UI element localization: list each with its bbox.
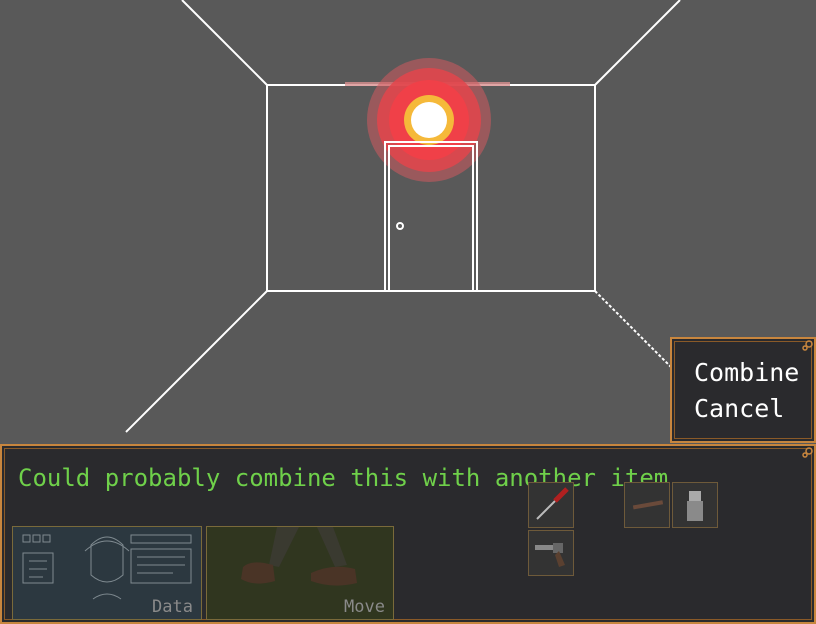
inventory-slot-screwdriver[interactable] bbox=[528, 482, 574, 528]
ceiling-light bbox=[345, 58, 510, 182]
data-card[interactable]: Data bbox=[12, 526, 202, 620]
cancel-option[interactable]: Cancel bbox=[694, 394, 784, 424]
inventory-slot-revolver[interactable] bbox=[528, 530, 574, 576]
lighter-icon bbox=[687, 491, 703, 521]
move-card[interactable]: Move bbox=[206, 526, 394, 620]
combine-option[interactable]: Combine bbox=[694, 358, 799, 388]
combine-menu: Combine Cancel bbox=[670, 337, 816, 443]
move-card-label: Move bbox=[344, 597, 385, 617]
corner-ornament-icon bbox=[802, 340, 813, 351]
inventory-slot-stick[interactable] bbox=[624, 482, 670, 528]
message-text: Could probably combine this with another… bbox=[18, 464, 683, 492]
stick-icon bbox=[632, 500, 664, 510]
message-panel: Could probably combine this with another… bbox=[0, 444, 816, 624]
corner-ornament-icon bbox=[802, 447, 813, 458]
revolver-icon bbox=[535, 543, 565, 567]
data-card-label: Data bbox=[152, 597, 193, 617]
inventory-slot-lighter[interactable] bbox=[672, 482, 718, 528]
screwdriver-icon bbox=[536, 487, 569, 520]
